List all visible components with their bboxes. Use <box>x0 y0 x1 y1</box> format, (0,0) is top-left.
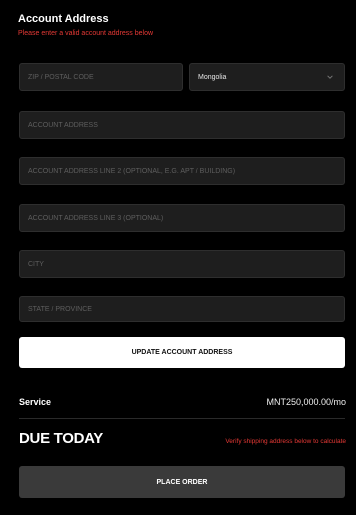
due-today-note: Verify shipping address below to calcula… <box>225 438 346 445</box>
summary-divider <box>19 418 345 419</box>
service-price: MNT250,000.00/mo <box>266 397 346 407</box>
zip-field[interactable] <box>19 63 183 91</box>
country-select-value: Mongolia <box>198 73 227 81</box>
city-input[interactable] <box>28 260 344 268</box>
chevron-down-icon <box>327 75 333 79</box>
section-title: Account Address <box>18 13 109 25</box>
address-line1-field[interactable] <box>19 111 345 139</box>
service-label: Service <box>19 397 52 407</box>
state-field[interactable] <box>19 296 345 322</box>
place-order-button[interactable]: PLACE ORDER <box>19 466 345 498</box>
update-address-button[interactable]: UPDATE ACCOUNT ADDRESS <box>19 337 345 368</box>
address-line3-field[interactable] <box>19 204 345 232</box>
address-error-message: Please enter a valid account address bel… <box>18 30 154 37</box>
country-select[interactable]: Mongolia <box>189 63 345 91</box>
due-today-label: DUE TODAY <box>19 430 103 447</box>
address-line3-input[interactable] <box>28 214 344 222</box>
state-input[interactable] <box>28 305 344 313</box>
zip-input[interactable] <box>28 73 182 81</box>
address-line2-input[interactable] <box>28 167 344 175</box>
city-field[interactable] <box>19 250 345 278</box>
address-line1-input[interactable] <box>28 121 344 129</box>
address-line2-field[interactable] <box>19 157 345 185</box>
